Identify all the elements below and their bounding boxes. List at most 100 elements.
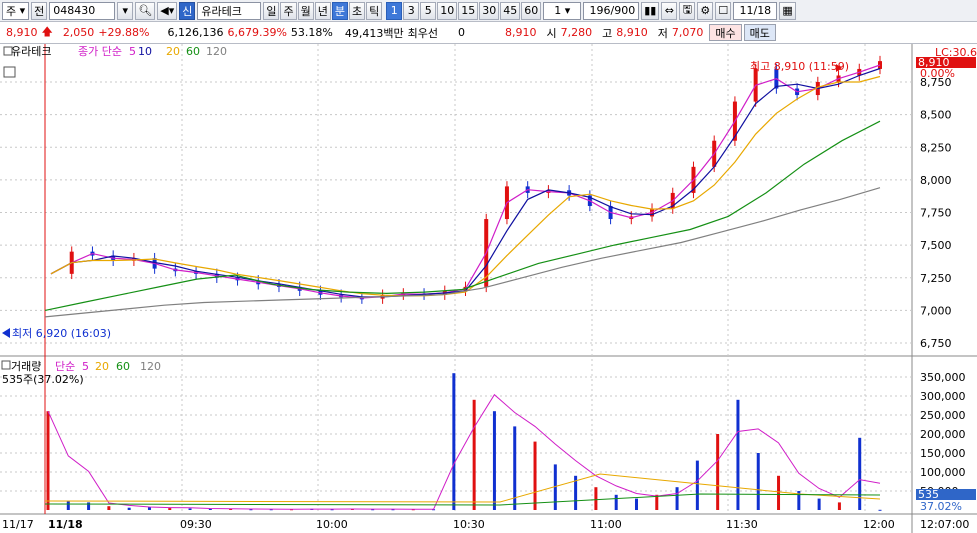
time-tick-0: 09:30 [180, 518, 212, 531]
volume-bar-24 [533, 441, 537, 510]
calendar-button[interactable]: ▦ [779, 1, 796, 20]
sound-button[interactable]: ◀▾ [157, 1, 178, 20]
interval-tab-6[interactable]: 45 [500, 1, 521, 20]
volume-bar-31 [675, 487, 679, 510]
interval-tab-2[interactable]: 5 [420, 1, 437, 20]
up-arrow-icon: 🡅 [41, 25, 53, 38]
code-dropdown-button[interactable]: ▾ [117, 1, 134, 20]
volume-bar-40 [858, 437, 862, 510]
market-label: 주 [6, 4, 17, 18]
volume-bar-0 [46, 411, 50, 510]
legend-vol-value: 535주(37.02%) [2, 373, 84, 386]
search-button[interactable]: 🔍︎ [135, 1, 156, 20]
volume-bar-34 [736, 399, 740, 510]
buy-button[interactable]: 매수 [709, 24, 742, 41]
period-tab-6[interactable]: 틱 [366, 1, 383, 20]
vol-tick-2: 150,000 [920, 447, 966, 460]
gear-icon: ⚙ [700, 4, 711, 17]
sell-button[interactable]: 매도 [743, 24, 776, 41]
legend-ma10: 10 [138, 45, 152, 58]
vol-tick-3: 200,000 [920, 428, 966, 441]
volume-bar-1 [66, 500, 70, 510]
interval-tab-3[interactable]: 10 [437, 1, 458, 20]
period-tab-3[interactable]: 년 [314, 1, 331, 20]
vol-tick-4: 250,000 [920, 409, 966, 422]
low-annotation: 최저 6,920 (16:03) [12, 327, 111, 340]
legend-ma60: 60 [186, 45, 200, 58]
volume-bar-27 [594, 487, 598, 510]
volume-bar-6 [168, 508, 172, 510]
volume-bar-38 [817, 498, 821, 510]
interval-select[interactable]: 1 ▾ [543, 1, 582, 20]
period-tabs: 일주월년분초틱 [263, 1, 383, 20]
legend-vol-ma5: 5 [82, 360, 89, 373]
time-tick-2: 10:30 [453, 518, 485, 531]
save-button[interactable]: 🖫 [679, 1, 696, 20]
zoom-button[interactable]: ▮▮ [641, 1, 660, 20]
chevron-down-icon: ▾ [122, 4, 129, 17]
period-tab-4[interactable]: 분 [331, 1, 348, 20]
turnover: 53.18% [290, 26, 333, 39]
date-field[interactable]: 11/18 [733, 1, 778, 20]
legend-vol-prefix: 단순 [55, 360, 75, 373]
high-price: 8,910 [616, 26, 648, 39]
change-percent: +29.88% [98, 26, 150, 39]
save-icon: 🖫 [682, 3, 693, 16]
quote-bar: 8,910 🡅 2,050 +29.88% 6,126,136 6,679.39… [0, 22, 977, 44]
interval-tab-1[interactable]: 3 [403, 1, 420, 20]
price-tick-1: 7,000 [920, 304, 952, 317]
period-tab-5[interactable]: 초 [348, 1, 366, 20]
price-change: 2,050 [62, 26, 95, 39]
volume-bar-41 [878, 509, 882, 511]
price-chart[interactable]: 6,750 7,000 7,250 7,500 7,750 8,000 8,250 8,500… [0, 44, 977, 533]
current-price: 8,910 [6, 26, 38, 39]
calendar-icon: ▦ [782, 4, 793, 17]
interval-tab-7[interactable]: 60 [521, 1, 542, 20]
count-field[interactable]: 196/900 [583, 1, 640, 20]
low-label: 저 [657, 26, 668, 40]
interval-select-value: 1 [554, 4, 562, 17]
market-select[interactable]: 주 ▾ [2, 1, 30, 20]
time-tick-3: 11:00 [590, 518, 622, 531]
volume-bar-32 [695, 460, 699, 510]
date-label: 11/18 [48, 518, 83, 531]
volume-bar-28 [614, 494, 618, 510]
period-tab-0[interactable]: 일 [263, 1, 280, 20]
volume-ma60-line [44, 493, 881, 506]
zoom-icon: ▮▮ [644, 4, 657, 17]
settings-button[interactable]: ⚙ [697, 1, 714, 20]
open-label: 시 [546, 26, 557, 40]
vol-tick-5: 300,000 [920, 390, 966, 403]
date-checkbox[interactable]: ☐ [715, 1, 732, 20]
volume-bar-21 [472, 399, 476, 510]
checkbox-icon: ☐ [718, 4, 729, 17]
price-tick-5: 8,000 [920, 174, 952, 187]
period-tab-2[interactable]: 월 [297, 1, 314, 20]
time-tick-5: 12:00 [863, 518, 895, 531]
legend-stock-name: 유라테크 [11, 45, 51, 58]
interval-tab-5[interactable]: 30 [479, 1, 500, 20]
trade-amount: 49,413백만 [344, 26, 404, 40]
all-button[interactable]: 전 [31, 1, 48, 20]
period-tab-1[interactable]: 주 [280, 1, 297, 20]
chevron-down-icon: ▾ [561, 4, 571, 17]
volume-bar-7 [188, 508, 192, 510]
high-label: 고 [602, 26, 613, 40]
credit-badge: 신 [179, 1, 196, 20]
interval-tab-0[interactable]: 1 [386, 1, 403, 20]
price-tick-2: 7,250 [920, 272, 952, 285]
legend-vol-ma60: 60 [116, 360, 130, 373]
last-vol-pct-label: 37.02% [920, 500, 962, 513]
price-tick-6: 8,250 [920, 141, 952, 154]
legend-ma120: 120 [206, 45, 227, 58]
code-input[interactable]: 048430 [49, 1, 116, 20]
volume-bar-35 [756, 453, 760, 510]
volume-bar-36 [777, 475, 781, 510]
legend-vol-title: 거래량 [11, 360, 41, 373]
search-icon: 🔍︎ [138, 4, 153, 17]
open-price: 7,280 [560, 26, 593, 39]
price-tick-7: 8,500 [920, 109, 952, 122]
interval-tab-4[interactable]: 15 [458, 1, 479, 20]
fit-button[interactable]: ⇔ [661, 1, 678, 20]
volume-bar-4 [127, 507, 131, 510]
